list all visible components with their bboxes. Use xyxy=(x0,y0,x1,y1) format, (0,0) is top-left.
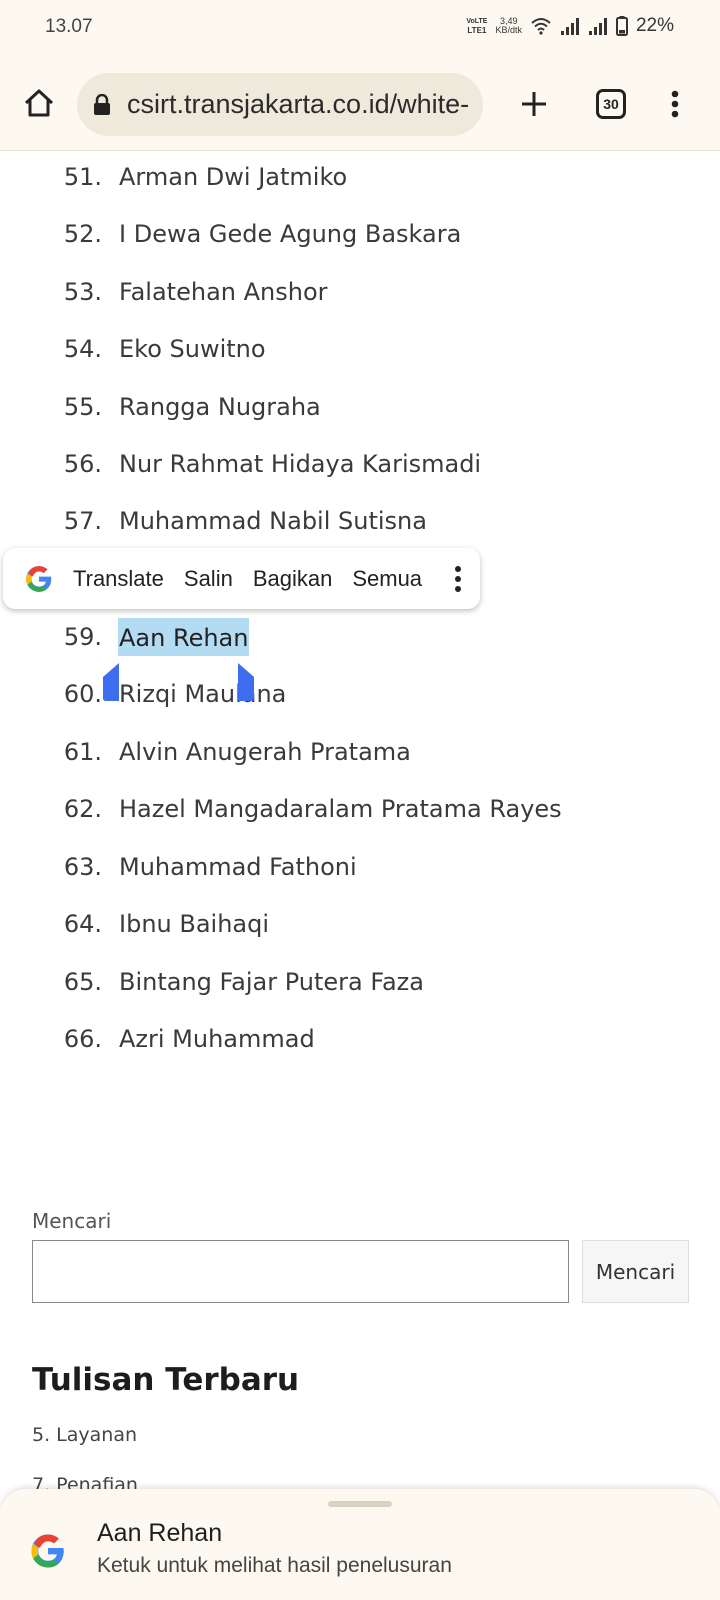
google-icon[interactable] xyxy=(25,565,53,593)
list-item: 51. Arman Dwi Jatmiko xyxy=(0,157,720,197)
list-item-number: 62. xyxy=(63,795,102,823)
home-icon xyxy=(24,89,54,117)
signal-icon-2 xyxy=(588,18,607,35)
list-item-number: 61. xyxy=(63,738,102,766)
list-item-number: 64. xyxy=(63,910,102,938)
list-item: 64. Ibnu Baihaqi xyxy=(0,904,720,944)
list-item: 55. Rangga Nugraha xyxy=(0,387,720,427)
network-speed: 3,49 KB/dtk xyxy=(495,17,522,35)
network-type-bottom: LTE1 xyxy=(467,26,487,35)
list-item-number: 66. xyxy=(63,1025,102,1053)
selection-handle-start[interactable] xyxy=(103,663,119,701)
url-bar[interactable]: csirt.transjakarta.co.id/white- xyxy=(77,73,483,136)
list-item-name: Muhammad Fathoni xyxy=(119,853,357,881)
list-item: 65. Bintang Fajar Putera Faza xyxy=(0,962,720,1002)
list-item: 61. Alvin Anugerah Pratama xyxy=(0,732,720,772)
share-option[interactable]: Bagikan xyxy=(253,566,333,592)
network-speed-unit: KB/dtk xyxy=(495,25,522,35)
sheet-subtitle: Ketuk untuk melihat hasil penelusuran xyxy=(97,1554,452,1577)
plus-icon xyxy=(522,92,546,116)
list-item: 66. Azri Muhammad xyxy=(0,1019,720,1059)
list-item: 54. Eko Suwitno xyxy=(0,329,720,369)
recent-post-link[interactable]: 5. Layanan xyxy=(32,1424,137,1446)
list-item-number: 63. xyxy=(63,853,102,881)
list-item-number: 55. xyxy=(63,393,102,421)
status-bar: 13.07 VoLTE LTE1 3,49 KB/dtk 22% xyxy=(0,0,720,54)
list-item: 57. Muhammad Nabil Sutisna xyxy=(0,501,720,541)
list-item-name: Alvin Anugerah Pratama xyxy=(119,738,411,766)
list-item-name: Muhammad Nabil Sutisna xyxy=(119,507,427,535)
list-item-name: Eko Suwitno xyxy=(119,335,266,363)
list-item-name: Rizqi Maulana xyxy=(119,680,287,708)
text-selection-menu: Translate Salin Bagikan Semua xyxy=(3,548,480,609)
search-bottom-sheet[interactable]: Aan Rehan Ketuk untuk melihat hasil pene… xyxy=(0,1489,720,1600)
list-item: 63. Muhammad Fathoni xyxy=(0,847,720,887)
more-options-icon[interactable] xyxy=(452,564,464,594)
select-all-option[interactable]: Semua xyxy=(352,566,422,592)
browser-menu-button[interactable] xyxy=(660,84,690,124)
list-item-number: 53. xyxy=(63,278,102,306)
list-item-name: Arman Dwi Jatmiko xyxy=(119,163,348,191)
list-item: 53. Falatehan Anshor xyxy=(0,272,720,312)
list-item-name: Hazel Mangadaralam Pratama Rayes xyxy=(119,795,562,823)
list-item-name: Azri Muhammad xyxy=(119,1025,315,1053)
sheet-query-title[interactable]: Aan Rehan xyxy=(97,1519,222,1548)
list-item: 56. Nur Rahmat Hidaya Karismadi xyxy=(0,444,720,484)
google-icon xyxy=(31,1534,64,1568)
network-type-top: VoLTE xyxy=(466,18,488,25)
more-vert-icon xyxy=(671,90,679,118)
status-time: 13.07 xyxy=(45,16,93,37)
selection-handle-end[interactable] xyxy=(238,663,254,701)
home-button[interactable] xyxy=(18,82,60,124)
network-type: VoLTE LTE1 xyxy=(466,17,487,35)
status-icons: VoLTE LTE1 3,49 KB/dtk 22% xyxy=(466,14,674,38)
list-item: 52. I Dewa Gede Agung Baskara xyxy=(0,214,720,254)
signal-icon-1 xyxy=(560,18,579,35)
list-item-name: Rangga Nugraha xyxy=(119,393,321,421)
list-item-number: 52. xyxy=(63,220,102,248)
search-button[interactable]: Mencari xyxy=(582,1240,689,1303)
list-item-number: 57. xyxy=(63,507,102,535)
list-item-number: 51. xyxy=(63,163,102,191)
list-item-name: Ibnu Baihaqi xyxy=(119,910,270,938)
translate-option[interactable]: Translate xyxy=(73,566,164,592)
new-tab-button[interactable] xyxy=(514,84,554,124)
selected-text[interactable]: Aan Rehan xyxy=(118,618,250,656)
list-item-selected: 59. Aan Rehan xyxy=(0,617,720,657)
list-item: 62. Hazel Mangadaralam Pratama Rayes xyxy=(0,789,720,829)
recent-posts-heading: Tulisan Terbaru xyxy=(32,1362,300,1398)
list-item-number: 60. xyxy=(63,680,102,708)
list-item-name: Bintang Fajar Putera Faza xyxy=(119,968,424,996)
sheet-drag-handle[interactable] xyxy=(328,1501,392,1507)
list-item-number: 56. xyxy=(63,450,102,478)
list-item-number: 59. xyxy=(63,623,102,651)
list-item-name: I Dewa Gede Agung Baskara xyxy=(119,220,462,248)
search-input[interactable] xyxy=(32,1240,569,1303)
search-label: Mencari xyxy=(32,1209,112,1233)
lock-icon[interactable] xyxy=(93,93,111,116)
url-text[interactable]: csirt.transjakarta.co.id/white- xyxy=(127,89,469,120)
list-item-name: Nur Rahmat Hidaya Karismadi xyxy=(119,450,482,478)
wifi-icon xyxy=(531,18,551,35)
list-item-name: Falatehan Anshor xyxy=(119,278,328,306)
tab-count: 30 xyxy=(603,96,619,112)
list-item-number: 65. xyxy=(63,968,102,996)
browser-toolbar: csirt.transjakarta.co.id/white- 30 xyxy=(0,54,720,151)
copy-option[interactable]: Salin xyxy=(184,566,233,592)
list-item-number: 54. xyxy=(63,335,102,363)
tab-switcher-button[interactable]: 30 xyxy=(596,89,626,119)
battery-percentage: 22% xyxy=(635,15,674,36)
battery-icon xyxy=(615,16,628,36)
